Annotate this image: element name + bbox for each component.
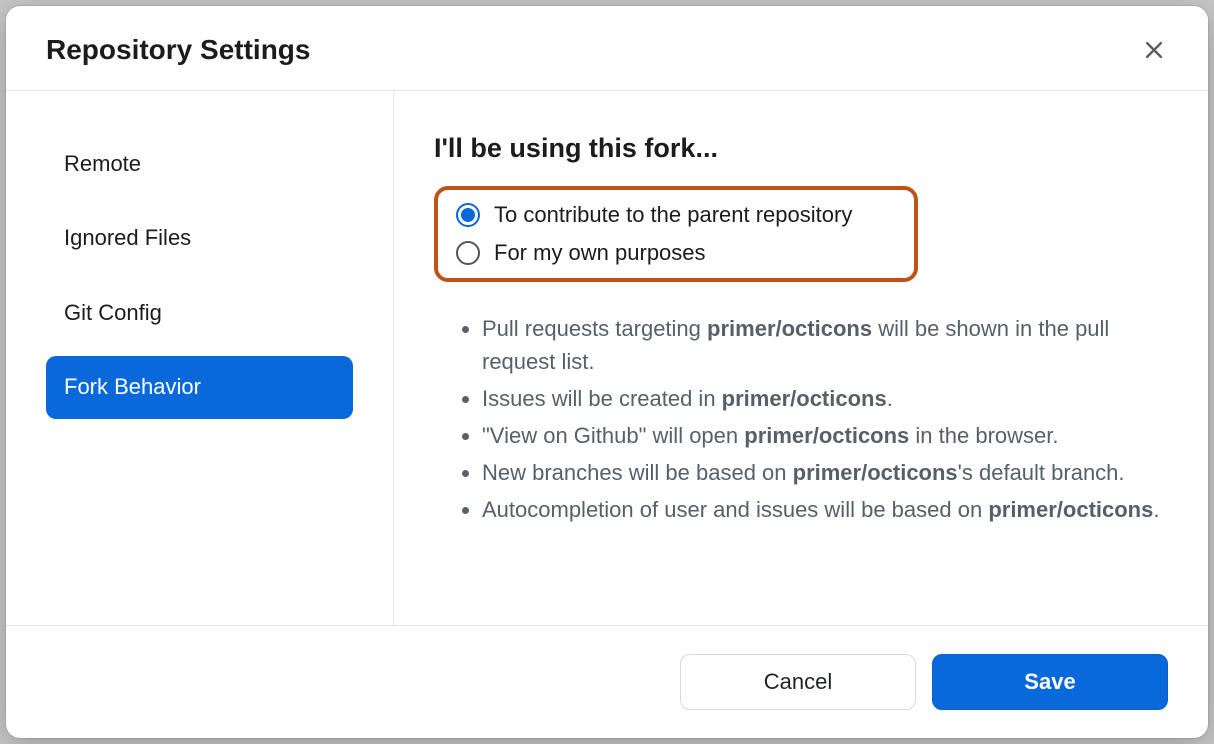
modal-body: Remote Ignored Files Git Config Fork Beh… [6, 91, 1208, 625]
sidebar-item-ignored-files[interactable]: Ignored Files [46, 207, 353, 269]
modal-title: Repository Settings [46, 34, 310, 66]
list-item: Autocompletion of user and issues will b… [482, 493, 1168, 526]
close-icon [1143, 39, 1165, 61]
sidebar-item-fork-behavior[interactable]: Fork Behavior [46, 356, 353, 418]
radio-label: For my own purposes [494, 240, 706, 266]
radio-option-contribute[interactable]: To contribute to the parent repository [456, 202, 896, 228]
list-item: Pull requests targeting primer/octicons … [482, 312, 1168, 378]
repository-settings-modal: Repository Settings Remote Ignored Files… [6, 6, 1208, 738]
save-button[interactable]: Save [932, 654, 1168, 710]
settings-sidebar: Remote Ignored Files Git Config Fork Beh… [6, 91, 394, 625]
list-item: "View on Github" will open primer/octico… [482, 419, 1168, 452]
modal-header: Repository Settings [6, 6, 1208, 91]
sidebar-item-remote[interactable]: Remote [46, 133, 353, 195]
fork-usage-radio-group: To contribute to the parent repository F… [434, 186, 918, 282]
radio-icon [456, 203, 480, 227]
pane-heading: I'll be using this fork... [434, 133, 1168, 164]
sidebar-item-git-config[interactable]: Git Config [46, 282, 353, 344]
fork-behavior-description-list: Pull requests targeting primer/octicons … [434, 312, 1168, 526]
close-button[interactable] [1140, 36, 1168, 64]
cancel-button[interactable]: Cancel [680, 654, 916, 710]
radio-label: To contribute to the parent repository [494, 202, 852, 228]
list-item: New branches will be based on primer/oct… [482, 456, 1168, 489]
list-item: Issues will be created in primer/octicon… [482, 382, 1168, 415]
radio-option-own-purposes[interactable]: For my own purposes [456, 240, 896, 266]
modal-footer: Cancel Save [6, 625, 1208, 738]
radio-icon [456, 241, 480, 265]
fork-behavior-pane: I'll be using this fork... To contribute… [394, 91, 1208, 625]
